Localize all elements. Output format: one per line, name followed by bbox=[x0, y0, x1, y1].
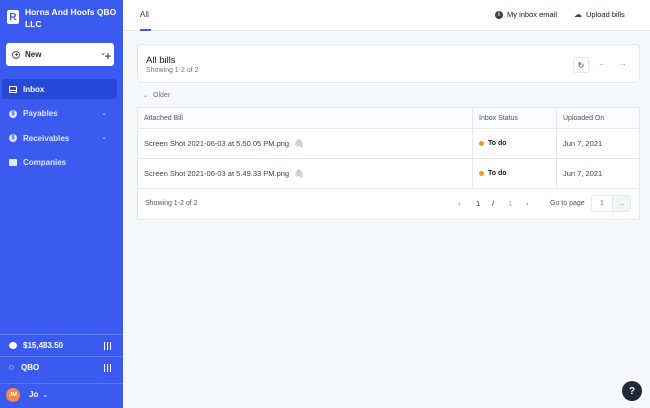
company-name: Horns And Hoofs QBO LLC bbox=[24, 7, 117, 29]
piggy-bank-icon bbox=[9, 342, 17, 349]
integration-row[interactable]: QBO bbox=[0, 356, 123, 378]
next-arrow-icon[interactable]: → bbox=[619, 59, 627, 68]
table-row[interactable]: Screen Shot 2021-06-03 at 5.50.05 PM.png… bbox=[138, 129, 639, 159]
pagination: Showing 1-2 of 2 ‹ 1 / 1 › Go to page → bbox=[138, 189, 639, 219]
paperclip-icon: 🖇 bbox=[294, 169, 305, 178]
connected-status-icon bbox=[9, 365, 14, 370]
group-label: Older bbox=[153, 92, 171, 99]
current-page[interactable]: 1 bbox=[476, 199, 480, 208]
settings-sliders-icon[interactable] bbox=[103, 364, 111, 372]
company-brand[interactable]: R Horns And Hoofs QBO LLC bbox=[7, 4, 119, 34]
status-dot-icon bbox=[479, 141, 484, 146]
uploaded-on-cell: Jun 7, 2021 bbox=[556, 129, 641, 158]
attached-bill-cell[interactable]: Screen Shot 2021-06-03 at 5.50.05 PM.png… bbox=[144, 129, 472, 158]
sidebar-item-label: Receivables bbox=[23, 133, 70, 143]
status-dot-icon bbox=[479, 171, 484, 176]
refresh-icon: ↻ bbox=[577, 60, 585, 70]
file-name: Screen Shot 2021-06-03 at 5.49.33 PM.png bbox=[144, 169, 290, 178]
page-separator: / bbox=[492, 199, 495, 208]
bills-table: Attached Bill Inbox Status Uploaded On S… bbox=[137, 107, 640, 220]
dollar-icon: $ bbox=[9, 134, 17, 142]
bills-header-card: All bills Showing 1-2 of 2 ↻ ← → bbox=[137, 44, 640, 83]
column-header-uploaded-on[interactable]: Uploaded On bbox=[556, 108, 641, 128]
dollar-icon: $ bbox=[9, 109, 17, 118]
plus-icon: + bbox=[104, 51, 111, 63]
sidebar-item-label: Payables bbox=[23, 109, 58, 118]
pagination-summary: Showing 1-2 of 2 bbox=[145, 200, 198, 207]
previous-arrow-icon[interactable]: ← bbox=[598, 59, 606, 68]
balance-row[interactable]: $15,483.50 bbox=[0, 334, 123, 356]
chevron-down-icon: ⌄ bbox=[101, 134, 107, 141]
my-inbox-email-button[interactable]: i My inbox email bbox=[495, 10, 557, 19]
inbox-icon bbox=[9, 85, 17, 93]
status-badge: To do bbox=[488, 140, 507, 147]
sidebar-nav: Inbox $ Payables ⌄ $ Receivables ⌄ Compa… bbox=[2, 79, 117, 177]
inbox-status-cell: To do bbox=[472, 129, 556, 158]
column-header-attached-bill[interactable]: Attached Bill bbox=[144, 108, 472, 128]
cloud-upload-icon: ☁ bbox=[574, 10, 582, 19]
user-menu[interactable]: JM Jo ⌄ bbox=[0, 383, 123, 405]
go-to-page-control: → bbox=[591, 195, 631, 212]
table-header: Attached Bill Inbox Status Uploaded On bbox=[138, 108, 639, 129]
column-header-inbox-status[interactable]: Inbox Status bbox=[472, 108, 556, 128]
go-to-page-input[interactable] bbox=[592, 200, 612, 207]
topbar: All i My inbox email ☁ Upload bills bbox=[123, 0, 650, 31]
chevron-left-icon[interactable]: ‹ bbox=[458, 199, 461, 208]
chevron-down-icon: ⌄ bbox=[101, 109, 107, 117]
main-content: All i My inbox email ☁ Upload bills All … bbox=[123, 0, 650, 408]
attached-bill-cell[interactable]: Screen Shot 2021-06-03 at 5.49.33 PM.png… bbox=[144, 159, 472, 188]
integration-name: QBO bbox=[21, 363, 40, 372]
results-count: Showing 1-2 of 2 bbox=[146, 67, 199, 74]
file-name: Screen Shot 2021-06-03 at 5.50.05 PM.png bbox=[144, 139, 290, 148]
user-name: Jo bbox=[29, 390, 39, 399]
sidebar-item-companies[interactable]: Companies bbox=[2, 153, 117, 173]
my-inbox-email-label: My inbox email bbox=[507, 10, 558, 19]
page-title: All bills bbox=[146, 55, 176, 66]
circle-plus-icon bbox=[12, 50, 20, 59]
sidebar-item-inbox[interactable]: Inbox bbox=[2, 79, 117, 99]
status-badge: To do bbox=[488, 170, 507, 177]
chevron-down-icon: ⌄ bbox=[143, 93, 149, 99]
table-row[interactable]: Screen Shot 2021-06-03 at 5.49.33 PM.png… bbox=[138, 159, 639, 189]
sidebar-item-label: Companies bbox=[23, 158, 67, 167]
avatar: JM bbox=[6, 387, 20, 402]
paperclip-icon: 🖇 bbox=[294, 139, 305, 148]
tab-all[interactable]: All bbox=[140, 10, 149, 19]
info-icon: i bbox=[495, 10, 503, 19]
upload-bills-label: Upload bills bbox=[586, 10, 625, 19]
upload-bills-button[interactable]: ☁ Upload bills bbox=[574, 10, 625, 19]
chevron-down-icon: ⌄ bbox=[42, 391, 49, 399]
inbox-status-cell: To do bbox=[472, 159, 556, 188]
sidebar: R Horns And Hoofs QBO LLC New ⌄ + Inbox … bbox=[0, 0, 123, 408]
balance-value: $15,483.50 bbox=[23, 341, 64, 350]
go-to-page-label: Go to page bbox=[550, 200, 585, 207]
help-button[interactable]: ? bbox=[622, 381, 642, 401]
settings-sliders-icon[interactable] bbox=[103, 342, 111, 350]
refresh-button[interactable]: ↻ bbox=[573, 57, 589, 73]
go-arrow-icon[interactable]: → bbox=[612, 196, 630, 211]
new-button-label: New bbox=[25, 50, 42, 59]
new-button[interactable]: New ⌄ + bbox=[6, 43, 114, 66]
group-toggle-older[interactable]: ⌄ Older bbox=[143, 92, 170, 99]
company-logo: R bbox=[7, 10, 19, 24]
building-icon bbox=[9, 159, 17, 166]
sidebar-item-payables[interactable]: $ Payables ⌄ bbox=[2, 104, 117, 124]
sidebar-item-label: Inbox bbox=[23, 84, 45, 94]
total-pages: 1 bbox=[508, 199, 513, 208]
uploaded-on-cell: Jun 7, 2021 bbox=[556, 159, 641, 188]
active-tab-indicator bbox=[140, 29, 151, 31]
sidebar-item-receivables[interactable]: $ Receivables ⌄ bbox=[2, 128, 117, 148]
chevron-right-icon[interactable]: › bbox=[526, 199, 529, 208]
